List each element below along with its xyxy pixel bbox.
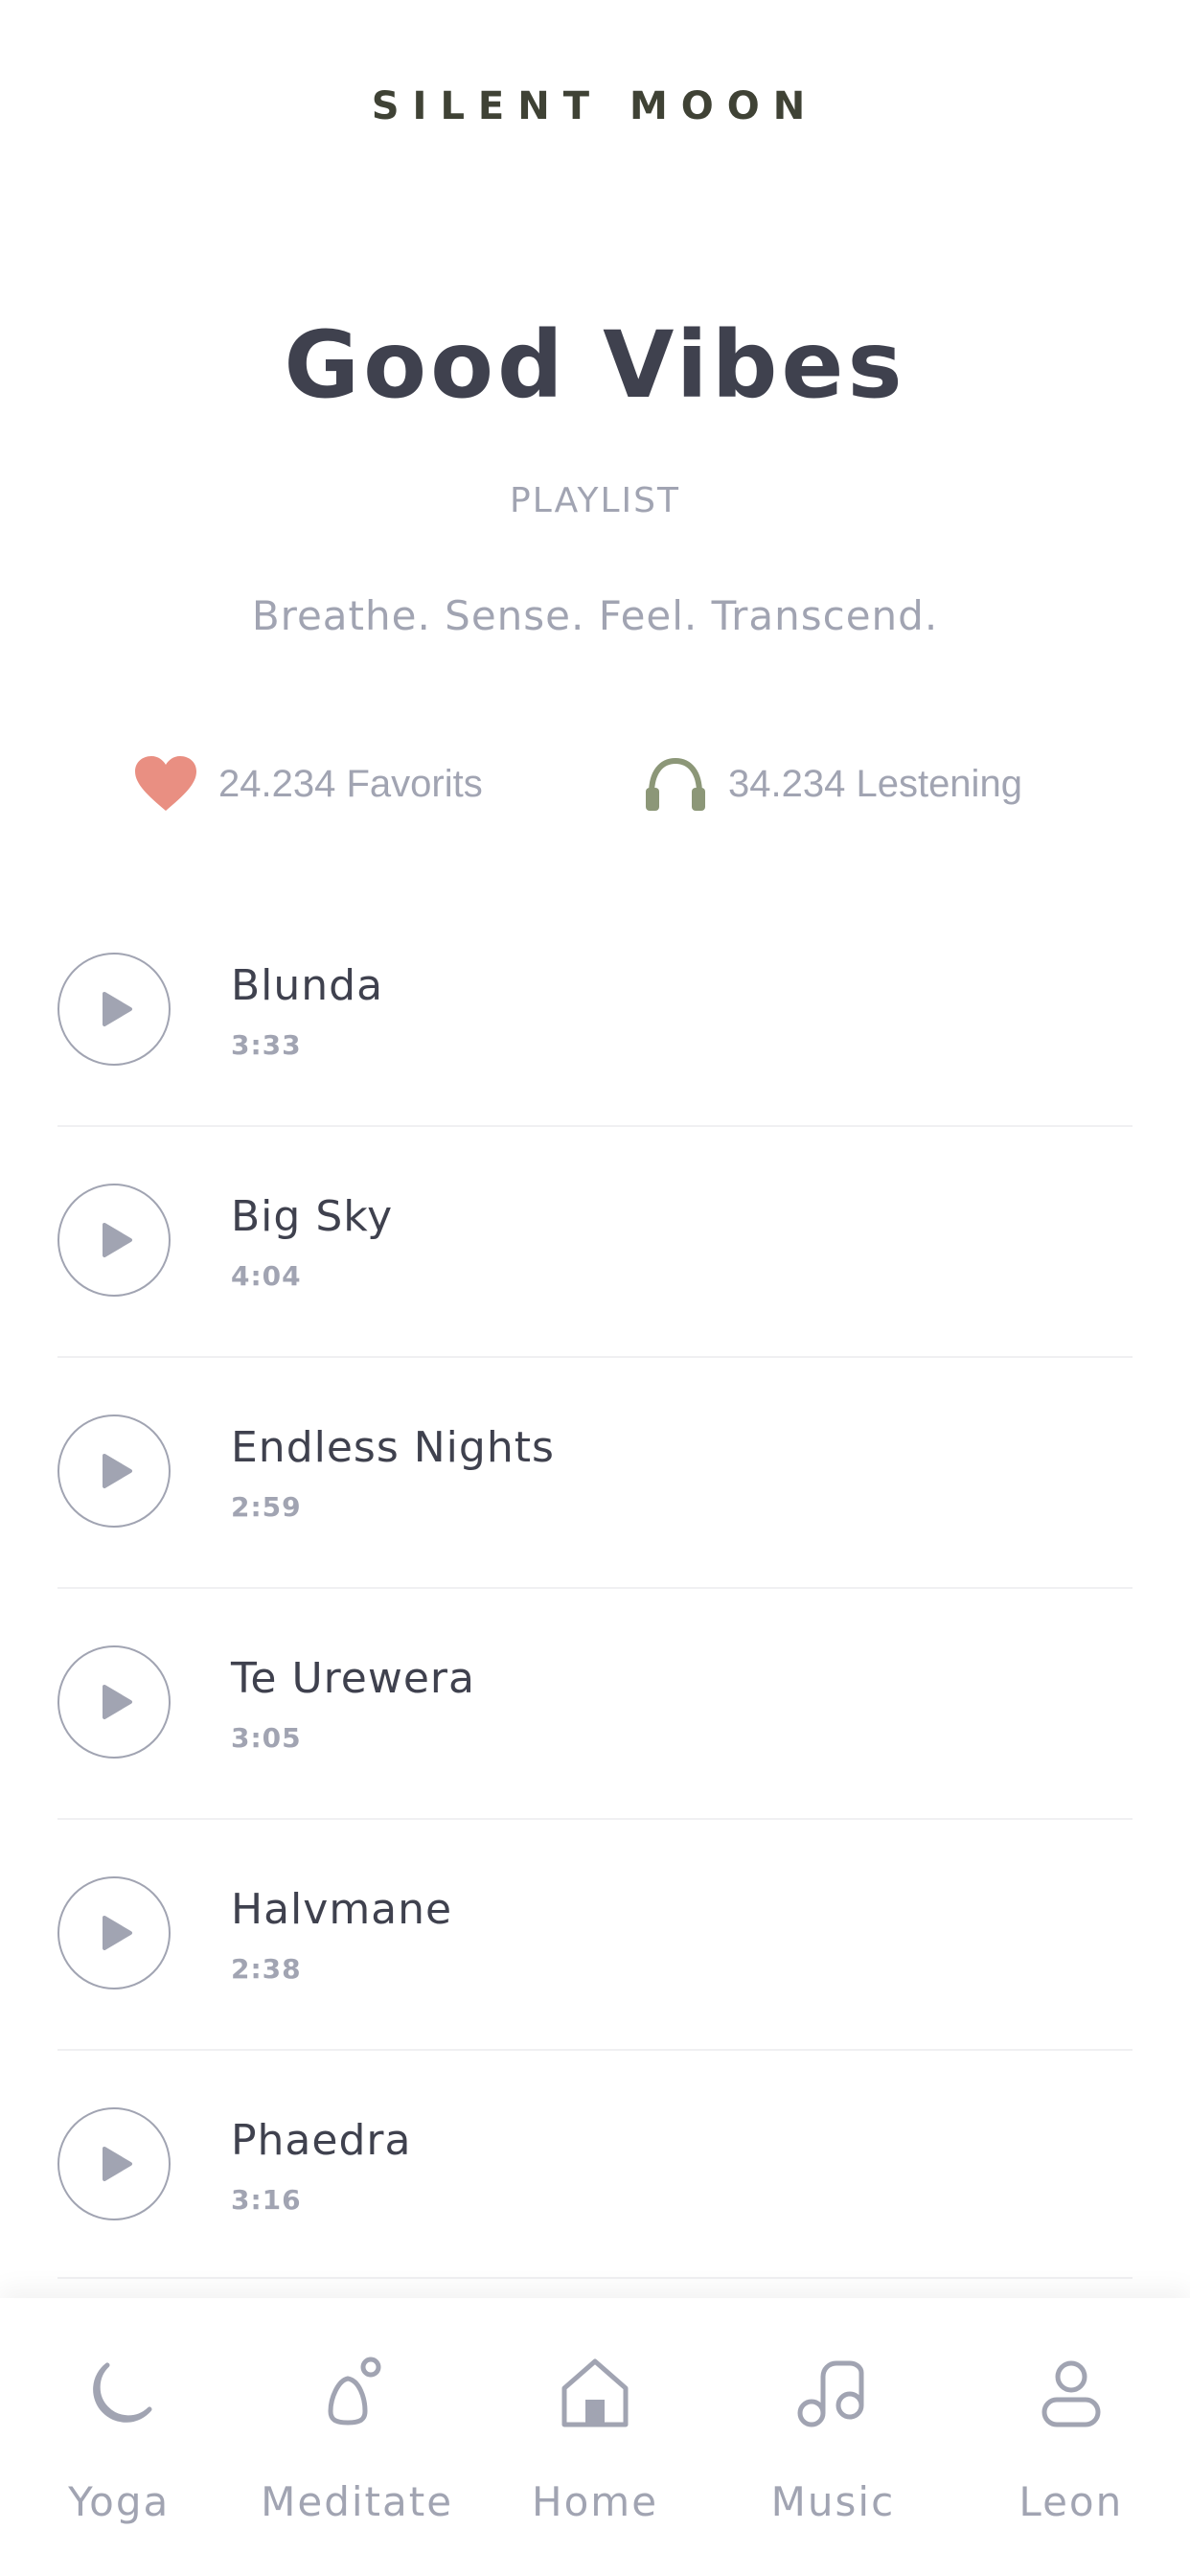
music-note-icon [794,2356,871,2432]
tab-label: Music [770,2478,896,2525]
tab-label: Leon [1018,2478,1124,2525]
track-title: Blunda [231,961,384,1010]
track-duration: 3:33 [231,1029,302,1061]
track-duration: 2:38 [231,1953,302,1985]
bottom-tab-bar: Yoga Meditate Home Music Leon [0,2298,1190,2576]
favorites-stat[interactable]: 24.234 Favorits [134,755,483,813]
play-icon [103,1916,132,1950]
meditate-icon [319,2356,396,2432]
tab-label: Yoga [68,2478,171,2525]
track-item[interactable]: Endless Nights 2:59 [57,1358,1133,1589]
tab-home[interactable]: Home [476,2298,714,2576]
user-icon [1033,2356,1110,2432]
track-duration: 3:16 [231,2184,302,2216]
play-icon [103,992,132,1026]
tab-profile[interactable]: Leon [952,2298,1190,2576]
tab-label: Home [532,2478,659,2525]
play-icon [103,1223,132,1257]
play-button[interactable] [57,2107,171,2220]
heart-icon [134,755,197,813]
play-button[interactable] [57,1414,171,1528]
tab-label: Meditate [261,2478,454,2525]
track-title: Phaedra [231,2116,412,2165]
playlist-subtitle: PLAYLIST [510,481,680,520]
home-icon [557,2356,633,2432]
track-duration: 2:59 [231,1491,302,1523]
track-list: Blunda 3:33 Big Sky 4:04 Endless Nights … [57,896,1133,2279]
track-duration: 3:05 [231,1722,302,1754]
tab-music[interactable]: Music [714,2298,951,2576]
track-title: Te Urewera [231,1654,475,1703]
track-item[interactable]: Big Sky 4:04 [57,1127,1133,1358]
playlist-tagline: Breathe. Sense. Feel. Transcend. [251,592,939,639]
play-button[interactable] [57,953,171,1066]
playlist-title: Good Vibes [284,311,906,419]
play-icon [103,1454,132,1488]
track-item[interactable]: Halvmane 2:38 [57,1820,1133,2051]
play-button[interactable] [57,1184,171,1297]
track-title: Endless Nights [231,1423,555,1472]
play-icon [103,2147,132,2181]
listening-stat: 34.234 Lestening [644,755,1022,813]
track-item[interactable]: Te Urewera 3:05 [57,1589,1133,1820]
moon-icon [80,2356,157,2432]
play-button[interactable] [57,1645,171,1759]
track-title: Big Sky [231,1192,394,1241]
tab-yoga[interactable]: Yoga [0,2298,238,2576]
play-button[interactable] [57,1876,171,1990]
favorites-count: 24.234 Favorits [218,762,483,805]
track-item[interactable]: Blunda 3:33 [57,896,1133,1127]
listening-count: 34.234 Lestening [728,762,1022,805]
track-item[interactable]: Phaedra 3:16 [57,2051,1133,2279]
brand-logo-text: SILENT MOON [371,84,819,128]
play-icon [103,1685,132,1719]
tab-meditate[interactable]: Meditate [238,2298,475,2576]
track-title: Halvmane [231,1885,453,1934]
headphones-icon [644,755,707,813]
track-duration: 4:04 [231,1260,302,1292]
